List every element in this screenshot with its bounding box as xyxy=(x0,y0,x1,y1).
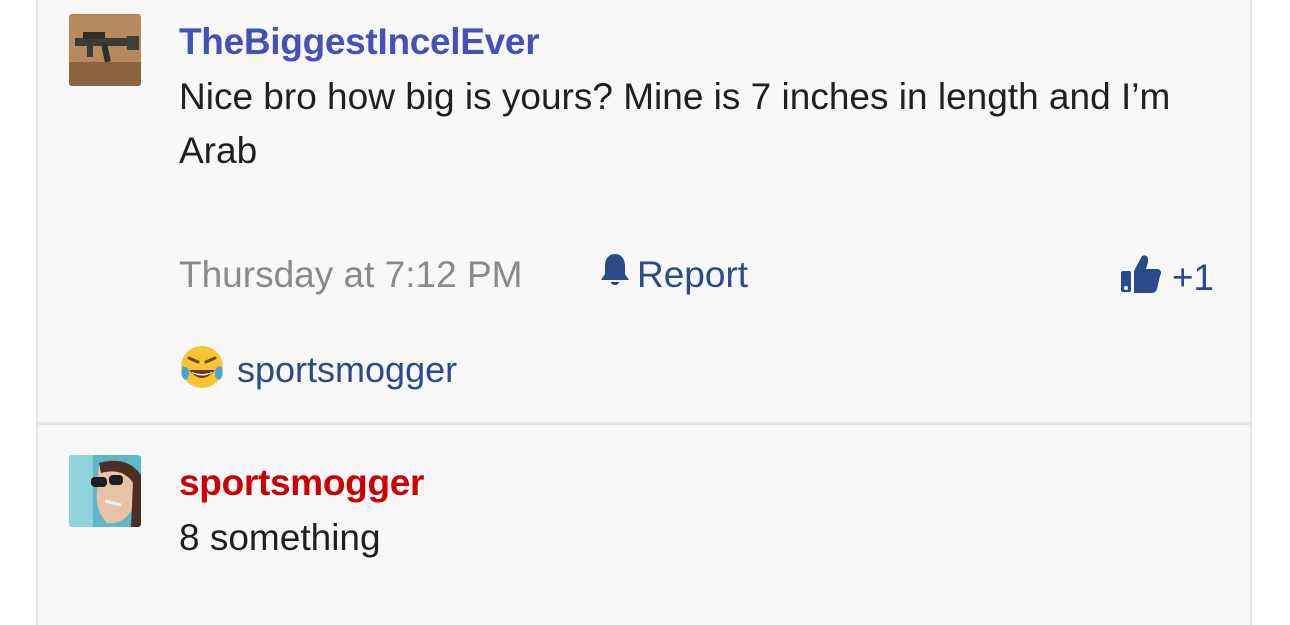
comment-meta: Thursday at 7:12 PM Report +1 xyxy=(179,252,1214,302)
avatar[interactable] xyxy=(69,455,141,527)
thumbs-up-icon xyxy=(1120,252,1162,303)
timestamp[interactable]: Thursday at 7:12 PM xyxy=(179,254,522,296)
bell-icon xyxy=(599,252,631,297)
comment-post: TheBiggestIncelEver Nice bro how big is … xyxy=(38,0,1250,422)
username[interactable]: sportsmogger xyxy=(179,461,424,505)
like-count: +1 xyxy=(1171,256,1214,298)
comment-thread: TheBiggestIncelEver Nice bro how big is … xyxy=(36,0,1252,625)
reactions-bar: sportsmogger xyxy=(179,344,457,395)
report-button[interactable]: Report xyxy=(599,252,748,297)
laughing-crying-emoji-icon xyxy=(179,344,225,395)
like-button[interactable]: +1 xyxy=(1120,252,1214,303)
comment-text: 8 something xyxy=(179,517,381,558)
report-label: Report xyxy=(637,253,749,295)
reaction-user-link[interactable]: sportsmogger xyxy=(237,349,457,391)
comment-post: sportsmogger 8 something xyxy=(38,425,1250,625)
comment-text: Nice bro how big is yours? Mine is 7 inc… xyxy=(179,76,1171,171)
username[interactable]: TheBiggestIncelEver xyxy=(179,20,540,64)
avatar[interactable] xyxy=(69,14,141,86)
